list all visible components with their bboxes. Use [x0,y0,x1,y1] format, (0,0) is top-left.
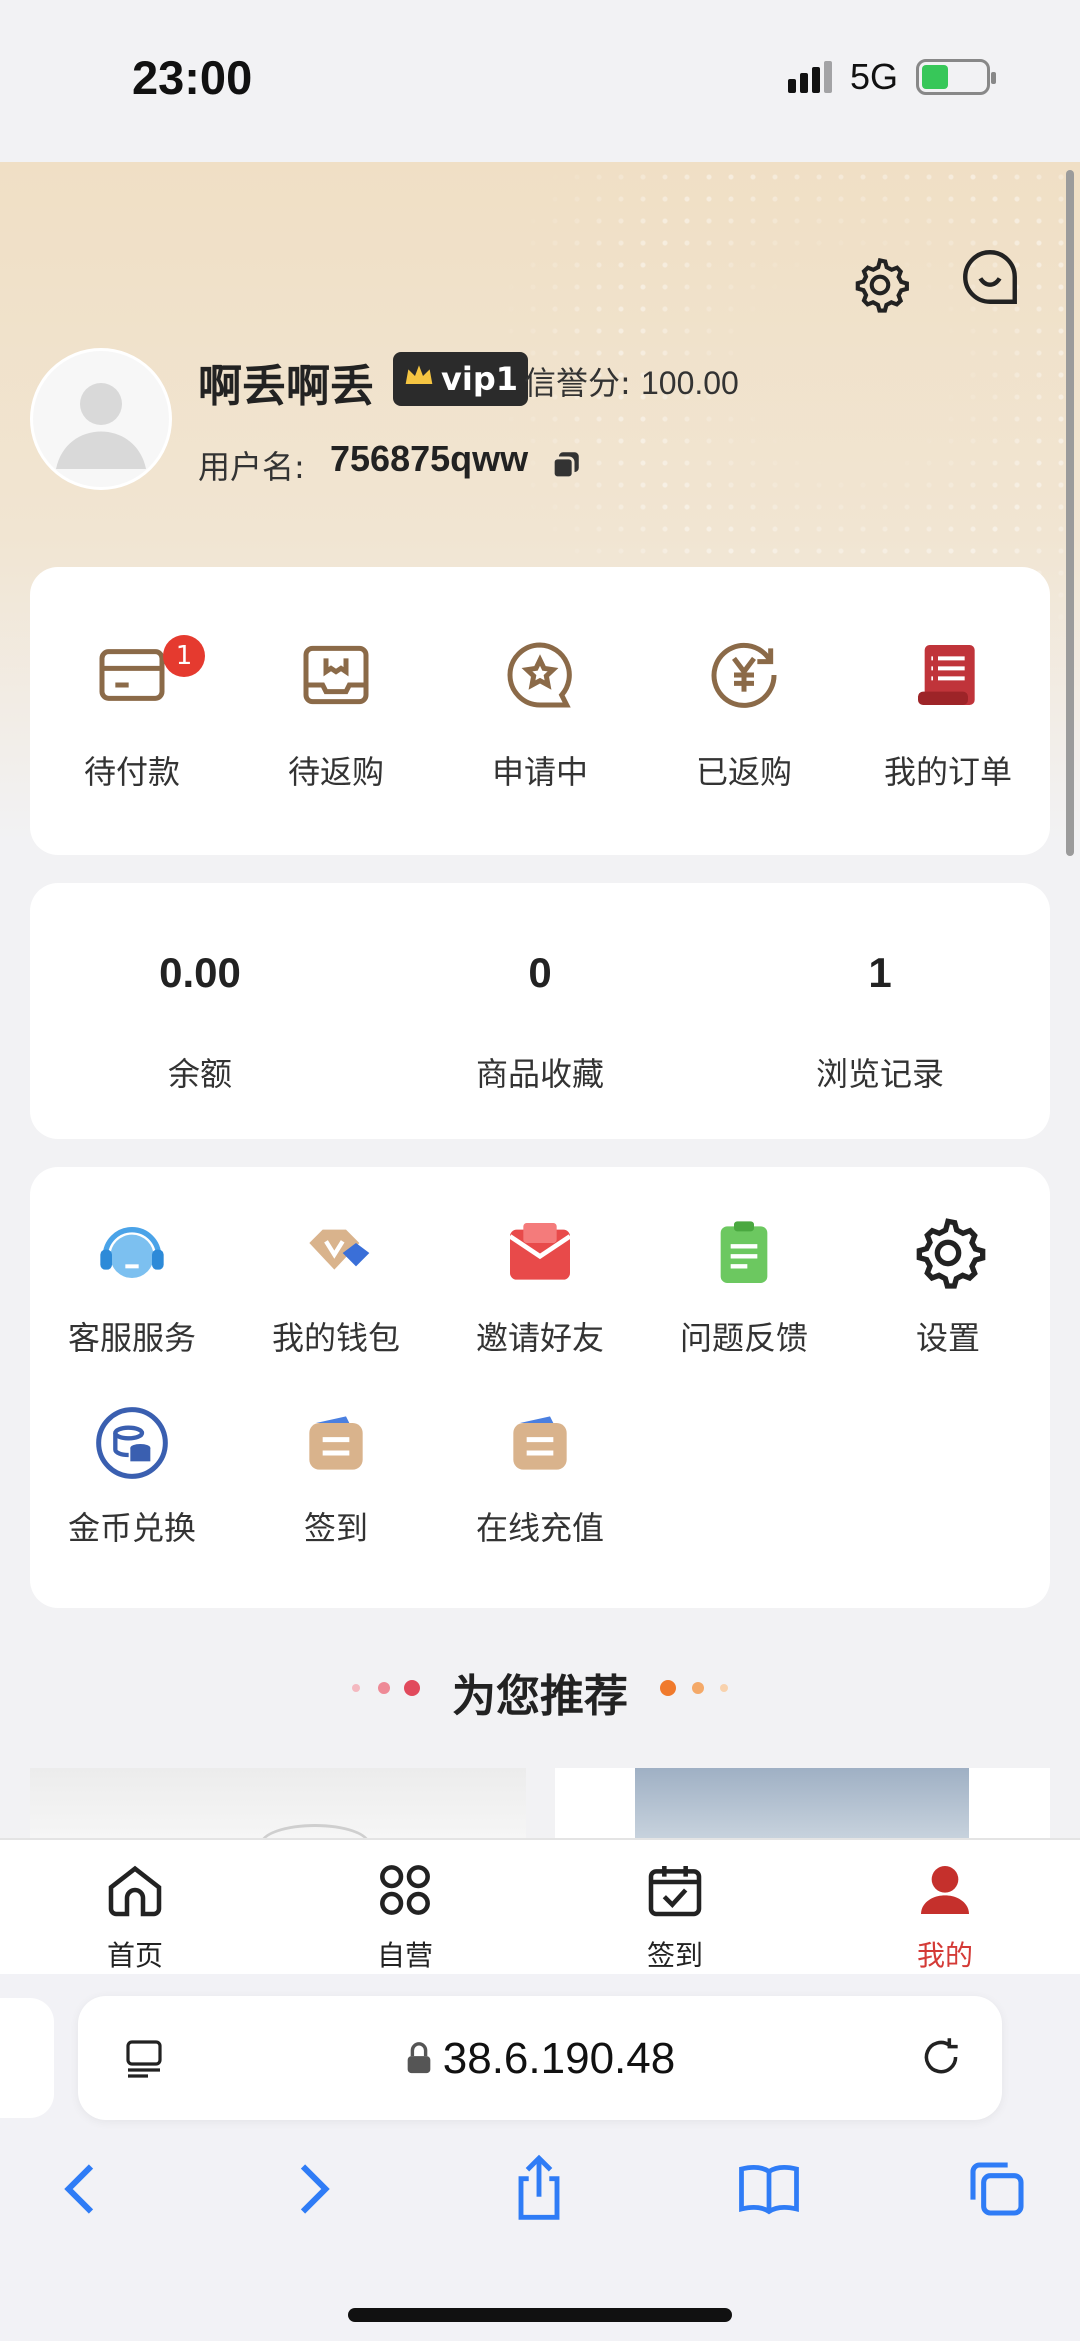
copy-icon[interactable] [549,448,583,486]
battery-icon [916,59,996,95]
username-value: 756875qww [330,438,529,479]
stat-label: 浏览记录 [815,1055,944,1093]
forward-icon[interactable] [268,2144,358,2234]
bottom-tab-bar: 首页 自营 签到 我的 [0,1838,1080,1974]
vip-badge: vip1 [393,352,528,406]
tab-label: 自营 [376,1939,433,1972]
product-image [260,1824,370,1838]
credit-label: 信誉分: [524,364,631,402]
order-label: 已返购 [695,753,792,791]
card-icon [92,635,172,715]
chat-star-icon [500,635,580,715]
tab-home[interactable]: 首页 [0,1840,270,1976]
bookmarks-icon[interactable] [724,2144,814,2234]
product-image [635,1768,969,1838]
credit-score: 信誉分: 100.00 [524,358,739,404]
decor-dot [692,1682,704,1694]
network-label: 5G [849,56,898,97]
envelope-icon [500,1213,580,1293]
product-card[interactable] [555,1768,1050,1838]
order-card: 1 待付款 待返购 申请中 已返购 我的订单 [30,567,1050,855]
box-icon [296,635,376,715]
tab-checkin[interactable]: 签到 [540,1840,810,1976]
signal-icon [787,61,832,93]
home-indicator[interactable] [348,2308,732,2322]
order-label: 待返购 [287,753,384,791]
tool-label: 签到 [303,1509,368,1547]
tool-label: 在线充值 [475,1509,604,1547]
order-label: 申请中 [491,753,588,791]
tab-label: 我的 [916,1939,973,1972]
avatar[interactable] [30,348,172,490]
status-bar: 23:00 5G [0,0,1080,162]
lock-icon [405,2036,433,2086]
crown-icon [403,360,435,398]
product-card[interactable] [30,1768,526,1838]
stat-value: 0 [528,949,552,996]
back-icon[interactable] [36,2144,126,2234]
stat-label: 商品收藏 [475,1055,604,1093]
yen-refresh-icon [704,635,784,715]
headset-icon [92,1213,172,1293]
stats-card: 0.00 余额 0 商品收藏 1 浏览记录 [30,883,1050,1139]
tab-label: 首页 [106,1939,163,1972]
tool-label: 客服服务 [67,1319,196,1357]
tools-card: 客服服务 我的钱包 邀请好友 问题反馈 设置 金币兑换 签到 在线充值 [30,1167,1050,1608]
tool-label: 金币兑换 [67,1509,196,1547]
tabs-icon[interactable] [952,2144,1042,2234]
address-bar[interactable]: 38.6.190.48 [78,1996,1002,2120]
browser-chrome: 38.6.190.48 [0,1974,1080,2341]
order-label: 我的订单 [883,753,1012,791]
order-label: 待付款 [83,753,180,791]
status-time: 23:00 [132,51,253,104]
tab-mine[interactable]: 我的 [810,1840,1080,1976]
gear-icon [908,1213,988,1293]
browser-toolbar [0,2144,1080,2254]
decor-dot [660,1680,676,1696]
tool-label: 我的钱包 [271,1319,400,1357]
share-icon[interactable] [494,2144,584,2234]
reload-icon[interactable] [916,2032,966,2086]
ticket-icon [296,1403,376,1483]
nickname: 啊丢啊丢 [198,361,374,412]
settings-gear-icon[interactable] [845,250,915,320]
stat-label: 余额 [167,1055,232,1093]
username-label: 用户名: [198,448,305,486]
order-badge: 1 [163,635,205,677]
stat-value: 1 [868,949,892,996]
ticket-icon [500,1403,580,1483]
credit-value: 100.00 [640,365,739,401]
message-icon[interactable] [955,242,1025,312]
page-scrollbar[interactable] [1066,170,1074,856]
clipboard-icon [704,1213,784,1293]
home-icon [103,1858,167,1922]
coin-exchange-icon [92,1403,172,1483]
calendar-check-icon [643,1858,707,1922]
tool-label: 邀请好友 [475,1319,604,1357]
status-indicators: 5G [787,56,996,98]
url-value: 38.6.190.48 [442,2034,676,2083]
stat-value: 0.00 [159,949,241,996]
tool-label: 设置 [915,1319,980,1357]
vip-label: vip1 [441,360,518,398]
recommend-title: 为您推荐 [452,1671,628,1722]
grid-icon [373,1858,437,1922]
tab-self-operated[interactable]: 自营 [270,1840,540,1976]
scroll-icon [908,635,988,715]
tool-label: 问题反馈 [679,1319,808,1357]
url-text: 38.6.190.48 [78,2034,1002,2086]
wallet-icon [296,1213,376,1293]
decor-dot [720,1684,728,1692]
tab-label: 签到 [646,1939,703,1972]
user-icon [913,1858,977,1922]
previous-tab[interactable] [0,1998,54,2118]
